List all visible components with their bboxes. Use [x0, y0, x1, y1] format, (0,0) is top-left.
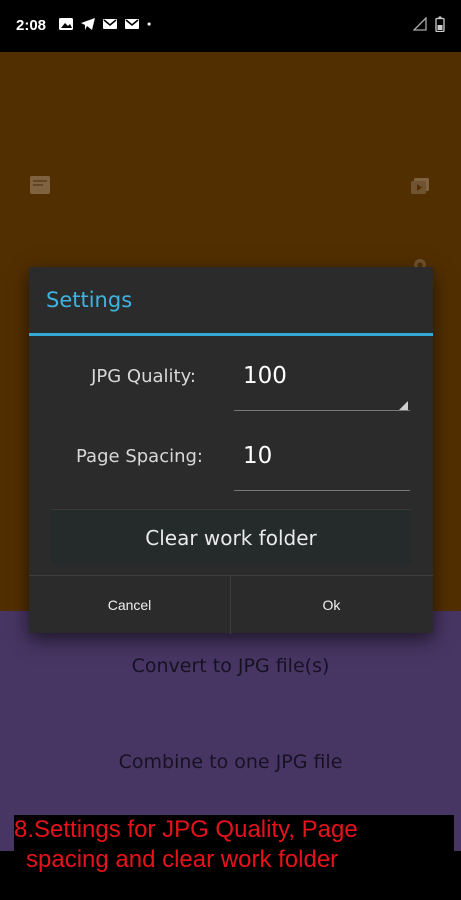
caption-line-2: spacing and clear work folder: [26, 846, 339, 873]
ok-button[interactable]: Ok: [231, 576, 432, 634]
dialog-button-bar: Cancel Ok: [29, 575, 433, 634]
slideshow-icon[interactable]: [410, 177, 430, 195]
jpg-quality-spinner[interactable]: 100: [243, 363, 287, 389]
page-spacing-input[interactable]: 10: [243, 443, 272, 469]
tutorial-caption: 8.Settings for JPG Quality, Page spacing…: [14, 815, 454, 875]
status-right-icons: [413, 16, 445, 32]
dot-icon: [147, 22, 151, 26]
dialog-title: Settings: [46, 288, 133, 312]
jpg-quality-label: JPG Quality:: [91, 366, 196, 387]
spinner-arrow-icon[interactable]: [399, 401, 408, 410]
image-icon: [59, 18, 73, 30]
jpg-quality-underline: [234, 410, 410, 411]
gmail-icon: [103, 19, 117, 29]
convert-to-jpg-button[interactable]: Convert to JPG file(s): [0, 655, 461, 677]
status-bar: 2:08: [0, 0, 461, 52]
clear-work-folder-button[interactable]: Clear work folder: [51, 509, 411, 565]
settings-dialog: Settings JPG Quality: 100 Page Spacing: …: [29, 267, 433, 634]
battery-icon: [435, 16, 445, 32]
page-spacing-label: Page Spacing:: [76, 446, 203, 467]
title-divider: [29, 333, 433, 336]
file-icon[interactable]: [29, 175, 51, 195]
caption-line-1: 8.Settings for JPG Quality, Page: [14, 816, 358, 843]
notification-icons: [58, 17, 156, 31]
telegram-icon: [81, 18, 95, 30]
combine-to-one-jpg-button[interactable]: Combine to one JPG file: [0, 751, 461, 773]
signal-icon: [413, 17, 427, 31]
cancel-button[interactable]: Cancel: [29, 576, 230, 634]
page-spacing-underline: [234, 490, 410, 491]
gmail-icon: [125, 19, 139, 29]
status-time: 2:08: [16, 17, 47, 34]
